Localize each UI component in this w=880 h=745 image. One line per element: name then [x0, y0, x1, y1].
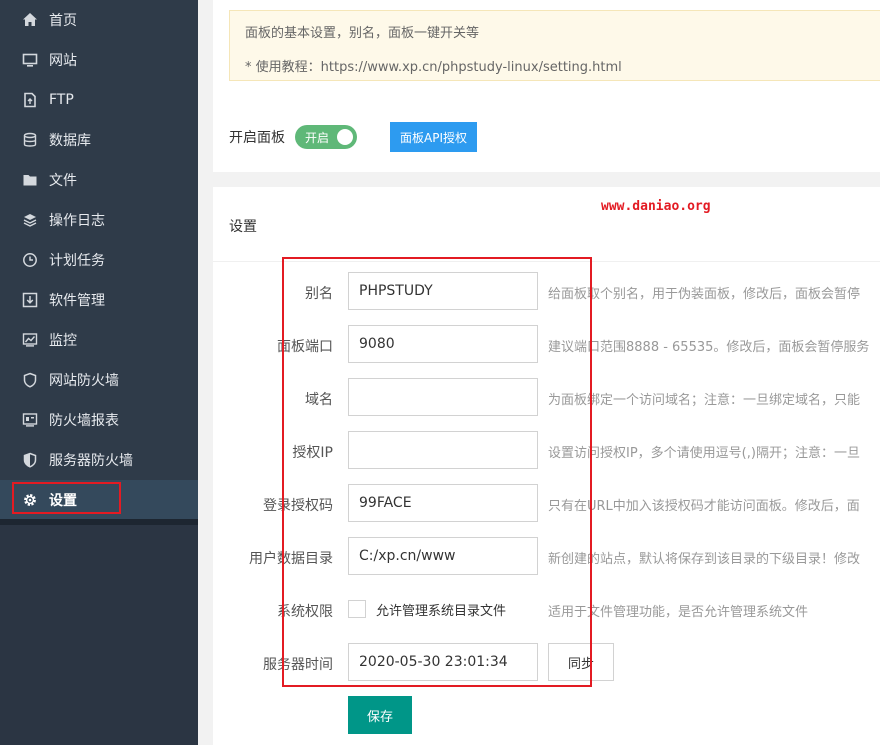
home-icon	[22, 12, 38, 28]
data-dir-hint: 新创建的站点，默认将保存到该目录的下级目录！修改	[548, 552, 861, 567]
watermark-text: www.daniao.org	[601, 199, 711, 214]
sidebar-divider	[0, 519, 198, 525]
sidebar-item-label: FTP	[49, 92, 74, 108]
highlight-box-settings	[12, 482, 121, 514]
panel-toggle-row: 开启面板 开启	[229, 123, 357, 151]
sidebar-item-operation-log[interactable]: 操作日志	[0, 200, 198, 240]
chart-icon	[22, 332, 38, 348]
port-hint: 建议端口范围8888 - 65535。修改后，面板会暂停服务	[548, 340, 870, 355]
sidebar-item-cron[interactable]: 计划任务	[0, 240, 198, 280]
tutorial-link[interactable]: * 使用教程：https://www.xp.cn/phpstudy-linux/…	[245, 56, 622, 75]
sidebar-item-label: 操作日志	[49, 213, 105, 229]
domain-hint: 为面板绑定一个访问域名；注意：一旦绑定域名，只能	[548, 393, 861, 408]
shield-half-icon	[22, 452, 38, 468]
sidebar-item-files[interactable]: 文件	[0, 160, 198, 200]
clock-icon	[22, 252, 38, 268]
auth-ip-hint: 设置访问授权IP，多个请使用逗号(,)隔开；注意：一旦	[548, 446, 860, 461]
folder-icon	[22, 172, 38, 188]
sidebar-item-label: 数据库	[49, 133, 91, 149]
sidebar-item-database[interactable]: 数据库	[0, 120, 198, 160]
save-button[interactable]: 保存	[348, 696, 412, 734]
sidebar-item-label: 防火墙报表	[49, 413, 119, 429]
ftp-icon	[22, 92, 38, 108]
api-auth-button[interactable]: 面板API授权	[390, 122, 477, 152]
notice-line: 面板的基本设置，别名，面板一键开关等	[245, 26, 480, 41]
sys-perm-hint: 适用于文件管理功能，是否允许管理系统文件	[548, 605, 809, 620]
sidebar-item-label: 软件管理	[49, 293, 105, 309]
database-icon	[22, 132, 38, 148]
sidebar-item-web-firewall[interactable]: 网站防火墙	[0, 360, 198, 400]
toggle-knob	[337, 129, 353, 145]
sidebar-item-label: 计划任务	[49, 253, 105, 269]
highlight-box-form	[282, 257, 592, 687]
sidebar-item-label: 监控	[49, 333, 77, 349]
monitor-icon	[22, 52, 38, 68]
shield-icon	[22, 372, 38, 388]
sidebar: 首页 网站 FTP 数据库 文件 操作日志 计划任务 软件管理 监控 网站防火墙…	[0, 0, 198, 745]
sidebar-item-label: 文件	[49, 173, 77, 189]
toggle-text: 开启	[305, 131, 330, 145]
panel-toggle-label: 开启面板	[229, 130, 285, 146]
sidebar-item-server-firewall[interactable]: 服务器防火墙	[0, 440, 198, 480]
login-code-hint: 只有在URL中加入该授权码才能访问面板。修改后，面	[548, 499, 860, 514]
sidebar-item-home[interactable]: 首页	[0, 0, 198, 40]
sidebar-item-label: 网站防火墙	[49, 373, 119, 389]
sidebar-item-label: 首页	[49, 13, 77, 29]
notice-box: 面板的基本设置，别名，面板一键开关等 * 使用教程：https://www.xp…	[229, 10, 880, 81]
panel-enable-toggle[interactable]: 开启	[295, 125, 357, 149]
alias-hint: 给面板取个别名，用于伪装面板，修改后，面板会暂停	[548, 287, 861, 302]
settings-title: 设置	[229, 219, 257, 235]
sidebar-item-ftp[interactable]: FTP	[0, 80, 198, 120]
report-icon	[22, 412, 38, 428]
sidebar-item-website[interactable]: 网站	[0, 40, 198, 80]
layers-icon	[22, 212, 38, 228]
download-icon	[22, 292, 38, 308]
sidebar-item-monitor[interactable]: 监控	[0, 320, 198, 360]
sidebar-item-label: 网站	[49, 53, 77, 69]
sidebar-item-label: 服务器防火墙	[49, 453, 133, 469]
panel-card: 面板的基本设置，别名，面板一键开关等 * 使用教程：https://www.xp…	[213, 0, 880, 172]
sidebar-item-software[interactable]: 软件管理	[0, 280, 198, 320]
sidebar-item-firewall-report[interactable]: 防火墙报表	[0, 400, 198, 440]
